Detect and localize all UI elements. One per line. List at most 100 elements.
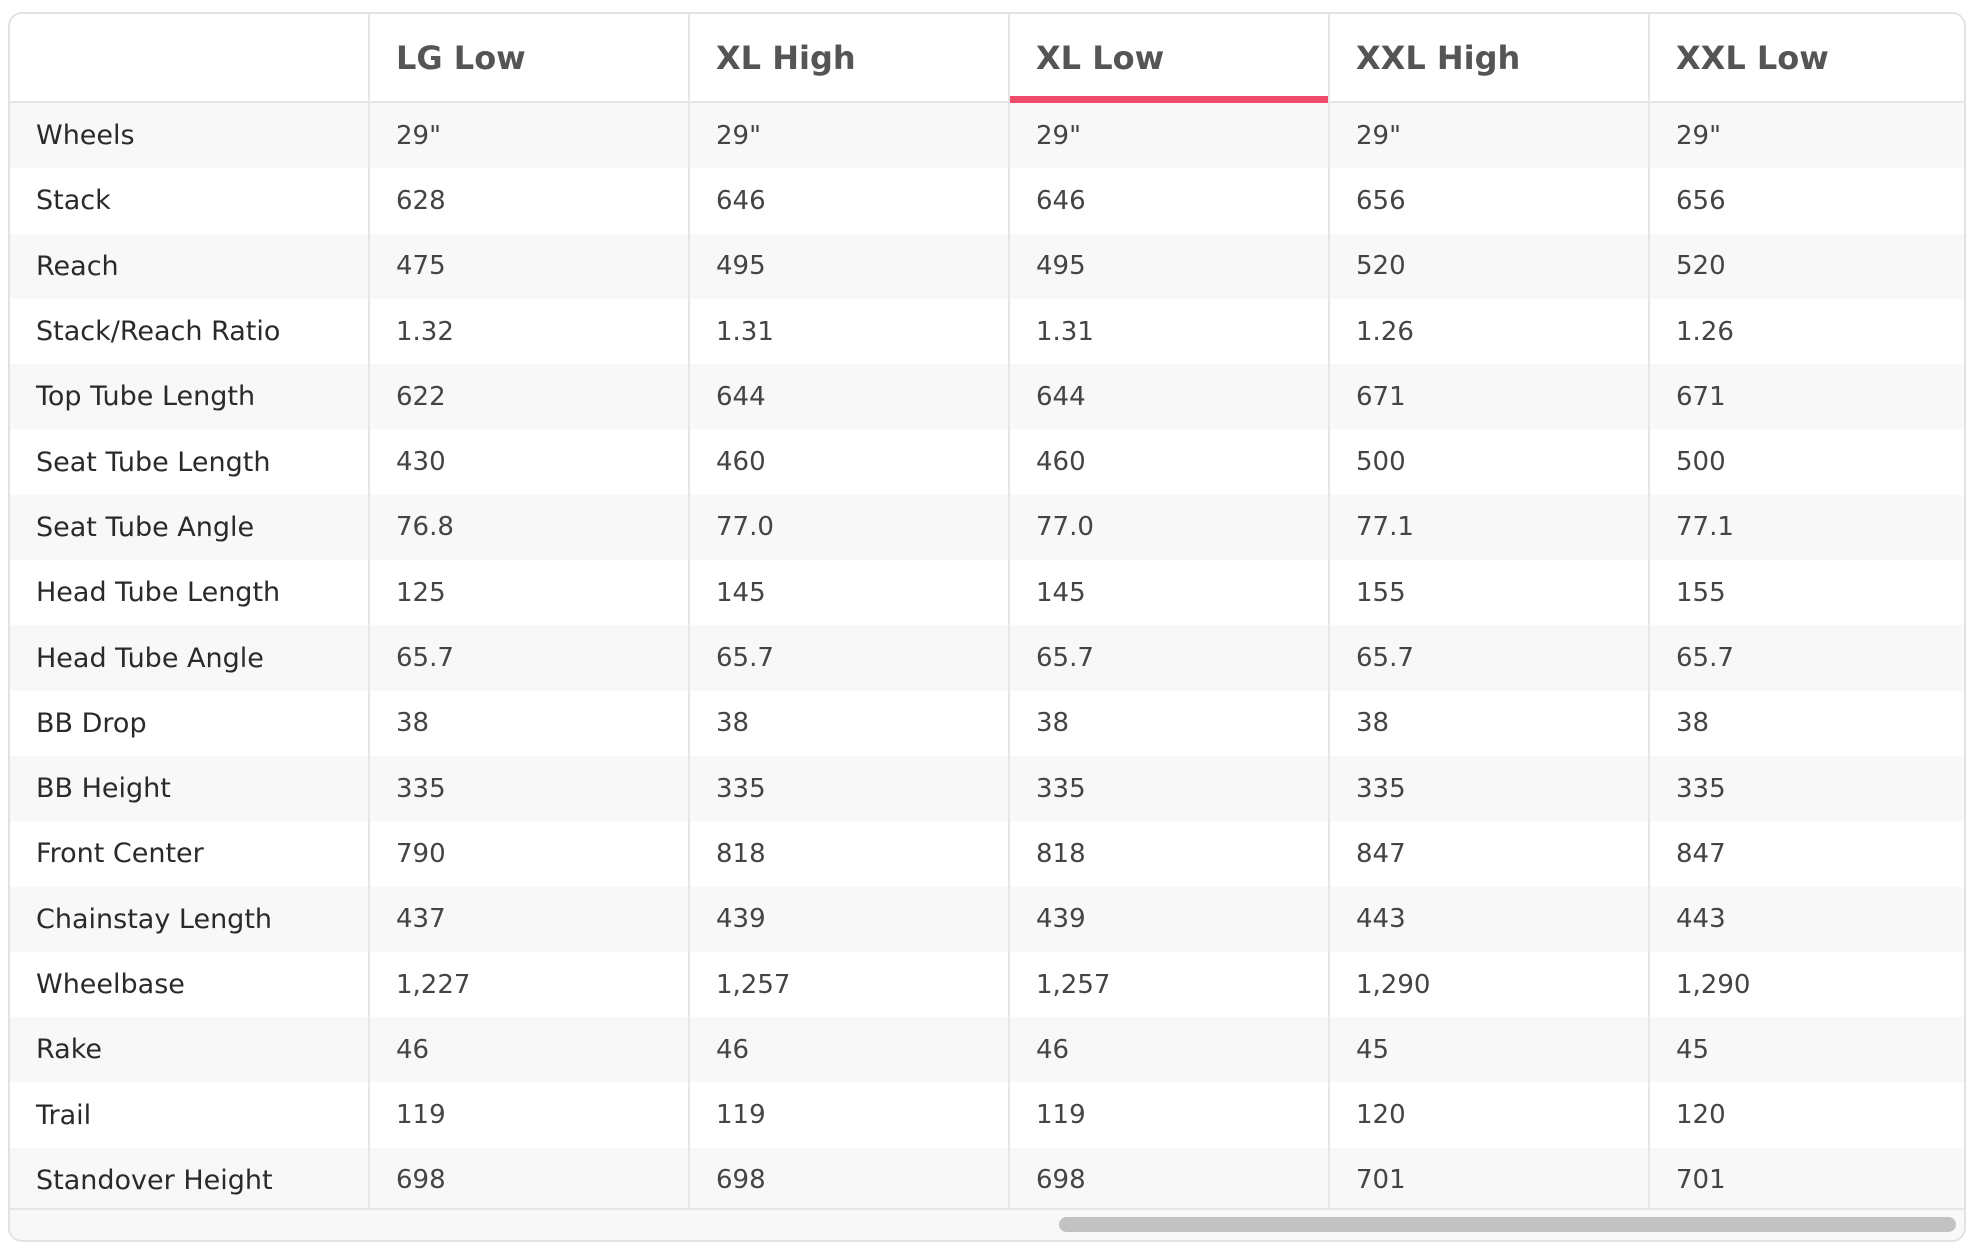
table-cell: 439 [1009, 886, 1330, 952]
table-cell: 145 [1009, 560, 1330, 626]
table-row: Seat Tube Length 430 460 460 500 500 [10, 429, 1964, 495]
table-row: Stack 628 646 646 656 656 [10, 168, 1964, 234]
table-cell: 335 [689, 755, 1010, 822]
table-cell: 125 [369, 560, 690, 626]
table-cell: 847 [1329, 821, 1650, 887]
table-header-row: LG Low XL High XL Low XXL High XXL Low [10, 14, 1964, 103]
table-cell: 1.26 [1329, 298, 1650, 365]
table-cell: 1,257 [689, 951, 1010, 1018]
row-label: Trail [10, 1082, 370, 1148]
table-cell: 65.7 [1329, 625, 1650, 691]
table-cell: 475 [369, 233, 690, 299]
table-cell: 520 [1649, 233, 1964, 299]
table-cell: 495 [1009, 233, 1330, 299]
table-row: Standover Height 698 698 698 701 701 [10, 1147, 1964, 1214]
table-cell: 644 [689, 364, 1010, 430]
table-cell: 701 [1649, 1147, 1964, 1214]
table-cell: 1,290 [1329, 951, 1650, 1018]
table-cell: 38 [1329, 690, 1650, 756]
table-cell: 500 [1329, 429, 1650, 495]
table-cell: 76.8 [369, 494, 690, 561]
table-cell: 1.26 [1649, 298, 1964, 365]
table-row: Head Tube Angle 65.7 65.7 65.7 65.7 65.7 [10, 625, 1964, 691]
row-label: Stack [10, 168, 370, 234]
table-cell: 46 [369, 1017, 690, 1083]
size-tab-xxl-high[interactable]: XXL High [1329, 14, 1650, 103]
table-cell: 1,257 [1009, 951, 1330, 1018]
table-cell: 818 [1009, 821, 1330, 887]
table-cell: 46 [689, 1017, 1010, 1083]
table-cell: 120 [1329, 1082, 1650, 1148]
table-cell: 790 [369, 821, 690, 887]
size-tab-xl-high[interactable]: XL High [689, 14, 1010, 103]
table-cell: 430 [369, 429, 690, 495]
row-label: Chainstay Length [10, 886, 370, 952]
row-label: Head Tube Angle [10, 625, 370, 691]
table-cell: 698 [689, 1147, 1010, 1214]
table-row: Chainstay Length 437 439 439 443 443 [10, 886, 1964, 952]
table-cell: 847 [1649, 821, 1964, 887]
table-cell: 155 [1649, 560, 1964, 626]
table-cell: 77.1 [1649, 494, 1964, 561]
table-cell: 656 [1329, 168, 1650, 234]
table-cell: 145 [689, 560, 1010, 626]
table-cell: 671 [1649, 364, 1964, 430]
table-body: Wheels 29" 29" 29" 29" 29" Stack 628 646 646 656 65… [10, 102, 1964, 1214]
table-cell: 120 [1649, 1082, 1964, 1148]
table-cell: 1,290 [1649, 951, 1964, 1018]
table-cell: 460 [689, 429, 1010, 495]
table-cell: 500 [1649, 429, 1964, 495]
table-cell: 77.0 [1009, 494, 1330, 561]
size-tab-lg-low[interactable]: LG Low [369, 14, 690, 103]
table-cell: 1.32 [369, 298, 690, 365]
geometry-table-container: LG Low XL High XL Low XXL High XXL Low Wheel… [8, 12, 1966, 1242]
table-cell: 155 [1329, 560, 1650, 626]
table-cell: 65.7 [1009, 625, 1330, 691]
table-cell: 45 [1329, 1017, 1650, 1083]
table-cell: 439 [689, 886, 1010, 952]
table-cell: 460 [1009, 429, 1330, 495]
table-cell: 38 [689, 690, 1010, 756]
table-cell: 701 [1329, 1147, 1650, 1214]
row-label: Reach [10, 233, 370, 299]
table-row: Front Center 790 818 818 847 847 [10, 821, 1964, 887]
table-cell: 119 [369, 1082, 690, 1148]
table-row: Stack/Reach Ratio 1.32 1.31 1.31 1.26 1.26 [10, 298, 1964, 365]
table-cell: 818 [689, 821, 1010, 887]
table-cell: 335 [1329, 755, 1650, 822]
table-cell: 77.1 [1329, 494, 1650, 561]
geometry-table: LG Low XL High XL Low XXL High XXL Low Wheel… [10, 14, 1964, 1214]
table-cell: 38 [1009, 690, 1330, 756]
row-label: BB Height [10, 755, 370, 822]
horizontal-scrollbar[interactable] [10, 1208, 1964, 1240]
table-cell: 646 [689, 168, 1010, 234]
table-cell: 495 [689, 233, 1010, 299]
table-cell: 656 [1649, 168, 1964, 234]
table-row: BB Drop 38 38 38 38 38 [10, 690, 1964, 756]
table-cell: 77.0 [689, 494, 1010, 561]
header-corner-cell [10, 14, 370, 103]
size-tab-xxl-low[interactable]: XXL Low [1649, 14, 1964, 103]
table-row: Rake 46 46 46 45 45 [10, 1017, 1964, 1083]
table-cell: 29" [369, 102, 690, 169]
table-cell: 1,227 [369, 951, 690, 1018]
table-cell: 29" [1009, 102, 1330, 169]
row-label: Rake [10, 1017, 370, 1083]
table-row: Head Tube Length 125 145 145 155 155 [10, 560, 1964, 626]
size-tab-xl-low[interactable]: XL Low [1009, 14, 1330, 103]
scrollbar-thumb[interactable] [1059, 1217, 1956, 1232]
table-cell: 671 [1329, 364, 1650, 430]
row-label: Top Tube Length [10, 364, 370, 430]
table-cell: 119 [689, 1082, 1010, 1148]
table-cell: 644 [1009, 364, 1330, 430]
table-cell: 29" [1649, 102, 1964, 169]
table-cell: 29" [1329, 102, 1650, 169]
row-label: Front Center [10, 821, 370, 887]
table-cell: 65.7 [689, 625, 1010, 691]
table-cell: 46 [1009, 1017, 1330, 1083]
table-cell: 335 [1649, 755, 1964, 822]
table-cell: 119 [1009, 1082, 1330, 1148]
table-cell: 38 [1649, 690, 1964, 756]
table-cell: 698 [1009, 1147, 1330, 1214]
row-label: Seat Tube Angle [10, 494, 370, 561]
